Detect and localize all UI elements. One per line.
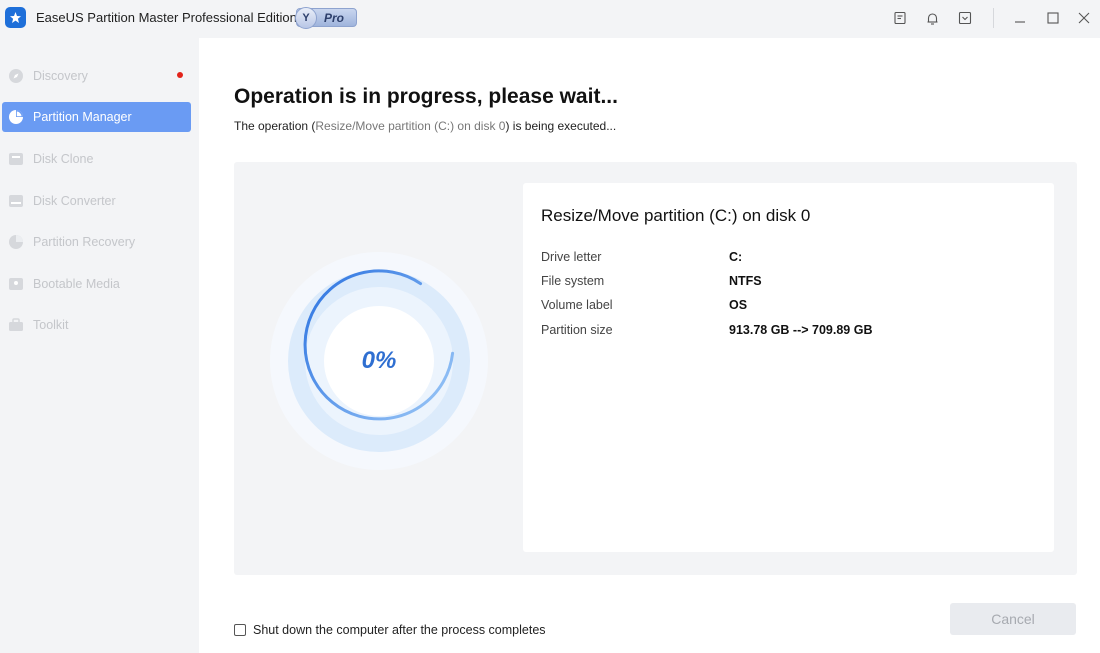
bootable-media-icon: [9, 278, 23, 290]
detail-label: File system: [541, 274, 605, 288]
shutdown-checkbox[interactable]: [234, 624, 246, 636]
compass-icon: [9, 69, 23, 83]
clone-icon: [9, 153, 23, 165]
operation-name: Resize/Move partition (C:) on disk 0: [315, 119, 506, 133]
title-bar-separator: [993, 8, 994, 28]
toolkit-icon: [9, 318, 23, 331]
minimize-icon[interactable]: [1011, 9, 1029, 27]
progress-panel: 0% Resize/Move partition (C:) on disk 0 …: [234, 162, 1077, 575]
detail-label: Drive letter: [541, 250, 602, 264]
sidebar-item-partition-manager[interactable]: Partition Manager: [2, 102, 191, 132]
detail-value: 913.78 GB --> 709.89 GB: [729, 323, 873, 337]
sidebar-item-discovery[interactable]: Discovery: [2, 61, 191, 91]
sidebar-item-toolkit[interactable]: Toolkit: [2, 310, 191, 340]
shutdown-option[interactable]: Shut down the computer after the process…: [234, 622, 546, 638]
converter-icon: [9, 195, 23, 207]
sidebar-item-label: Discovery: [33, 69, 88, 83]
detail-value: NTFS: [729, 274, 762, 288]
dropdown-menu-icon[interactable]: [956, 9, 974, 27]
progress-percent: 0%: [361, 347, 397, 374]
operation-details-card: Resize/Move partition (C:) on disk 0 Dri…: [523, 183, 1054, 552]
sidebar-item-label: Toolkit: [33, 318, 69, 332]
title-bar: EaseUS Partition Master Professional Edi…: [0, 0, 1100, 38]
cancel-button[interactable]: Cancel: [950, 603, 1076, 635]
shutdown-label: Shut down the computer after the process…: [253, 623, 546, 637]
sidebar-item-label: Disk Clone: [33, 152, 94, 166]
operation-description-prefix: The operation (: [234, 119, 316, 133]
pro-badge-letter: Y: [295, 7, 317, 29]
bell-icon[interactable]: [923, 9, 941, 27]
sidebar-item-label: Disk Converter: [33, 194, 116, 208]
sidebar-item-label: Bootable Media: [33, 277, 120, 291]
main-content: Operation is in progress, please wait...…: [199, 38, 1100, 653]
progress-ring: 0%: [270, 252, 488, 470]
detail-label: Volume label: [541, 298, 613, 312]
sidebar-item-bootable-media[interactable]: Bootable Media: [2, 269, 191, 299]
detail-value: OS: [729, 298, 748, 312]
app-title: EaseUS Partition Master Professional Edi…: [36, 10, 297, 25]
app-logo-icon: [5, 7, 26, 28]
sidebar: Discovery Partition Manager Disk Clone D…: [0, 38, 199, 653]
recovery-icon: [9, 235, 23, 249]
page-title: Operation is in progress, please wait...: [234, 85, 618, 108]
pie-chart-icon: [9, 110, 23, 124]
sidebar-item-disk-converter[interactable]: Disk Converter: [2, 186, 191, 216]
detail-value: C:: [729, 250, 743, 264]
notification-dot: [177, 72, 183, 78]
sidebar-item-disk-clone[interactable]: Disk Clone: [2, 144, 191, 174]
sidebar-item-partition-recovery[interactable]: Partition Recovery: [2, 227, 191, 257]
pro-badge-text: Pro: [324, 11, 345, 25]
operation-description-suffix: ) is being executed...: [505, 119, 617, 133]
pro-badge[interactable]: Y Pro: [295, 7, 357, 29]
details-title: Resize/Move partition (C:) on disk 0: [541, 206, 811, 225]
sidebar-item-label: Partition Recovery: [33, 235, 136, 249]
close-icon[interactable]: [1075, 9, 1093, 27]
maximize-icon[interactable]: [1044, 9, 1062, 27]
sidebar-item-label: Partition Manager: [33, 110, 132, 124]
detail-label: Partition size: [541, 323, 613, 337]
feedback-icon[interactable]: [891, 9, 909, 27]
operation-description: The operation (Resize/Move partition (C:…: [234, 119, 616, 133]
